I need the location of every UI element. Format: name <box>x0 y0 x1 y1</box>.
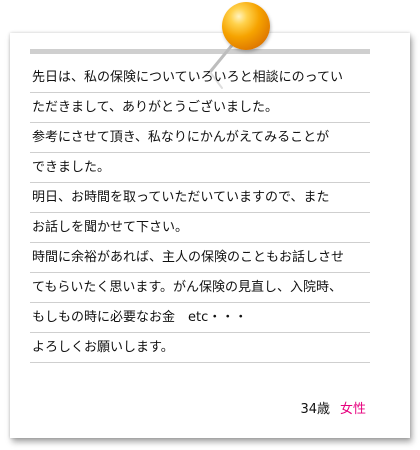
note-line: てもらいたく思います。がん保険の見直し、入院時、 <box>30 273 370 303</box>
note-line: よろしくお願いします。 <box>30 333 370 363</box>
note-line: 参考にさせて頂き、私なりにかんがえてみることが <box>30 123 370 153</box>
testimonial-note: 先日は、私の保険についていろいろと相談にのってい ただきまして、ありがとうござい… <box>0 0 420 450</box>
note-line: お話しを聞かせて下さい。 <box>30 213 370 243</box>
note-line: 時間に余裕があれば、主人の保険のこともお話しさせ <box>30 243 370 273</box>
note-line: 先日は、私の保険についていろいろと相談にのってい <box>30 63 370 93</box>
author-gender: 女性 <box>339 402 366 417</box>
author-age: 34歳 <box>300 402 330 417</box>
note-signature: 34歳 女性 <box>30 398 370 417</box>
note-top-band <box>30 49 370 54</box>
pushpin-icon <box>222 2 270 50</box>
note-line: ただきまして、ありがとうございました。 <box>30 93 370 123</box>
note-line: もしもの時に必要なお金 etc・・・ <box>30 303 370 333</box>
note-line: 明日、お時間を取っていただいていますので、また <box>30 183 370 213</box>
note-line: できました。 <box>30 153 370 183</box>
note-body: 先日は、私の保険についていろいろと相談にのってい ただきまして、ありがとうござい… <box>30 63 370 363</box>
